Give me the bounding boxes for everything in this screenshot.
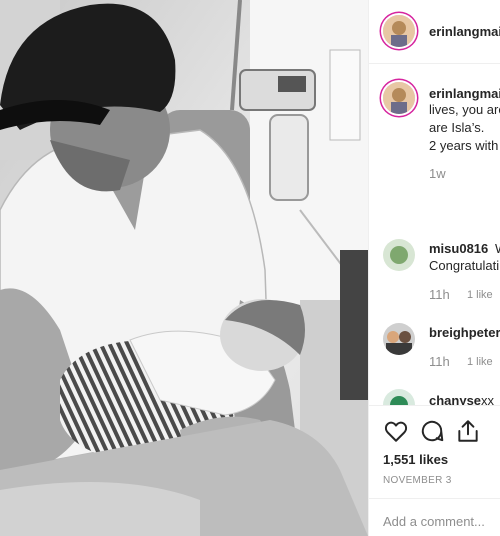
heart-icon[interactable]	[383, 418, 409, 444]
post-side-panel: erinlangmaid erinlangmaid lives, you are…	[368, 0, 500, 536]
header-divider	[369, 63, 500, 64]
share-icon[interactable]	[455, 418, 481, 444]
likes-count[interactable]: 1,551 likes	[383, 452, 448, 467]
comment-box-divider	[369, 498, 500, 499]
comment-handle[interactable]: breighpeters	[429, 325, 500, 340]
comment-icon[interactable]	[419, 418, 445, 444]
comment-text: Congratulati	[429, 258, 500, 273]
comment-age[interactable]: 11h	[429, 287, 450, 302]
post-photo[interactable]	[0, 0, 368, 536]
comment-like-count[interactable]: 1 like	[467, 356, 493, 368]
caption-line: 2 years with	[429, 138, 499, 153]
add-comment-input[interactable]: Add a comment...	[383, 514, 485, 529]
commenter-avatar[interactable]	[383, 323, 415, 355]
author-avatar[interactable]	[383, 15, 415, 47]
commenter-avatar[interactable]	[383, 239, 415, 271]
comment-age[interactable]: 11h	[429, 354, 450, 369]
comment-like-count[interactable]: 1 like	[467, 289, 493, 301]
caption-author-handle[interactable]: erinlangmaid	[429, 86, 500, 101]
header-author-handle[interactable]: erinlangmaid	[429, 24, 500, 39]
post-date: NOVEMBER 3	[383, 475, 452, 486]
caption-age[interactable]: 1w	[429, 166, 446, 181]
caption-author-avatar[interactable]	[383, 82, 415, 114]
caption-line: are Isla’s.	[429, 120, 485, 135]
caption-line: lives, you are	[429, 102, 500, 117]
comment-text: W	[495, 240, 500, 258]
comment-handle[interactable]: misu0816	[429, 241, 488, 256]
